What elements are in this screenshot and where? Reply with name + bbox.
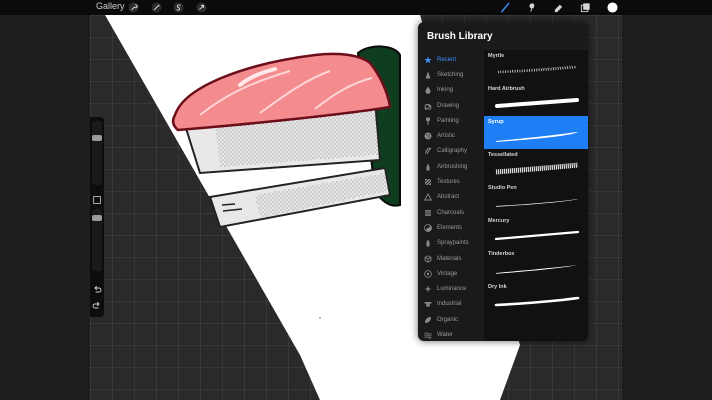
left-sidebar (90, 117, 104, 317)
brush-library-panel: Brush Library Recent Sketching Inking Dr… (418, 22, 588, 341)
brush-list: Myrtle Hard Airbrush Syrup Tessellated S… (484, 50, 588, 341)
waves-icon (424, 331, 432, 339)
brush-stroke-preview (496, 132, 578, 142)
smudge-icon[interactable] (527, 2, 538, 13)
brush-stroke-preview (496, 199, 578, 207)
brush-stroke-preview (494, 296, 580, 307)
category-drawing[interactable]: Drawing (418, 98, 486, 113)
category-spraypaints[interactable]: Spraypaints (418, 236, 486, 251)
brush-stroke-preview (496, 265, 578, 274)
brush-stroke-preview (495, 162, 579, 175)
paint-brush-icon (424, 117, 432, 125)
brush-item-syrup[interactable]: Syrup (484, 116, 588, 149)
category-inking[interactable]: Inking (418, 83, 486, 98)
brush-size-slider[interactable] (92, 121, 102, 185)
category-abstract[interactable]: Abstract (418, 190, 486, 205)
brush-item-studio-pen[interactable]: Studio Pen (484, 182, 588, 215)
leaf-icon (424, 316, 432, 324)
brush-size-knob[interactable] (92, 135, 102, 141)
brush-stroke-preview (497, 65, 577, 74)
category-recent[interactable]: Recent (418, 52, 486, 67)
brush-stroke-preview (495, 98, 579, 108)
magic-wand-icon[interactable] (151, 2, 162, 13)
category-industrial[interactable]: Industrial (418, 297, 486, 312)
pencil-tip-icon (424, 71, 432, 79)
procreate-app: Gallery Brush Library Recent Sketching I… (0, 0, 712, 400)
brush-item-tessellated[interactable]: Tessellated (484, 149, 588, 182)
category-airbrushing[interactable]: Airbrushing (418, 159, 486, 174)
brush-library-title: Brush Library (427, 31, 493, 42)
brush-item-mercury[interactable]: Mercury (484, 215, 588, 248)
transform-arrow-icon[interactable] (196, 2, 207, 13)
category-artistic[interactable]: Artistic (418, 128, 486, 143)
layers-icon[interactable] (580, 2, 591, 13)
brush-item-myrtle[interactable]: Myrtle (484, 50, 588, 83)
modify-button[interactable] (93, 196, 101, 204)
category-sketching[interactable]: Sketching (418, 67, 486, 82)
texture-icon (424, 178, 432, 186)
vintage-star-icon (424, 269, 432, 278)
triangle-icon (424, 193, 432, 201)
eraser-icon[interactable] (553, 2, 564, 13)
calligraphy-icon (424, 147, 432, 155)
brush-item-dry-ink[interactable]: Dry Ink (484, 281, 588, 314)
opacity-knob[interactable] (92, 215, 102, 221)
brush-icon[interactable] (500, 2, 511, 13)
category-painting[interactable]: Painting (418, 113, 486, 128)
selection-icon[interactable] (173, 2, 184, 13)
cube-icon (424, 254, 432, 263)
ink-drop-icon (424, 86, 432, 95)
opacity-slider[interactable] (92, 209, 102, 271)
category-vintage[interactable]: Vintage (418, 266, 486, 281)
spray-can-icon (424, 239, 432, 247)
sparkle-icon (424, 285, 432, 293)
star-icon (424, 56, 432, 64)
category-organic[interactable]: Organic (418, 312, 486, 327)
category-water[interactable]: Water (418, 327, 486, 341)
brush-item-hard-airbrush[interactable]: Hard Airbrush (484, 83, 588, 116)
gallery-button[interactable]: Gallery (96, 1, 125, 11)
palette-icon (424, 132, 432, 140)
top-toolbar: Gallery (0, 0, 712, 15)
color-swatch-icon[interactable] (607, 2, 618, 13)
charcoal-icon (424, 209, 432, 217)
redo-icon (92, 302, 100, 309)
redo-button[interactable] (92, 301, 102, 311)
undo-icon (94, 286, 102, 293)
airbrush-icon (424, 163, 432, 171)
category-calligraphy[interactable]: Calligraphy (418, 144, 486, 159)
yin-yang-icon (424, 224, 432, 232)
wrench-icon[interactable] (128, 2, 139, 13)
brush-category-list: Recent Sketching Inking Drawing Painting… (418, 52, 486, 341)
spiral-icon (424, 102, 432, 110)
brush-stroke-preview (494, 230, 580, 241)
brush-item-tinderbox[interactable]: Tinderbox (484, 248, 588, 281)
category-luminance[interactable]: Luminance (418, 281, 486, 296)
category-materials[interactable]: Materials (418, 251, 486, 266)
category-textures[interactable]: Textures (418, 174, 486, 189)
category-charcoals[interactable]: Charcoals (418, 205, 486, 220)
category-elements[interactable]: Elements (418, 220, 486, 235)
anvil-icon (424, 300, 432, 308)
undo-button[interactable] (92, 285, 102, 295)
